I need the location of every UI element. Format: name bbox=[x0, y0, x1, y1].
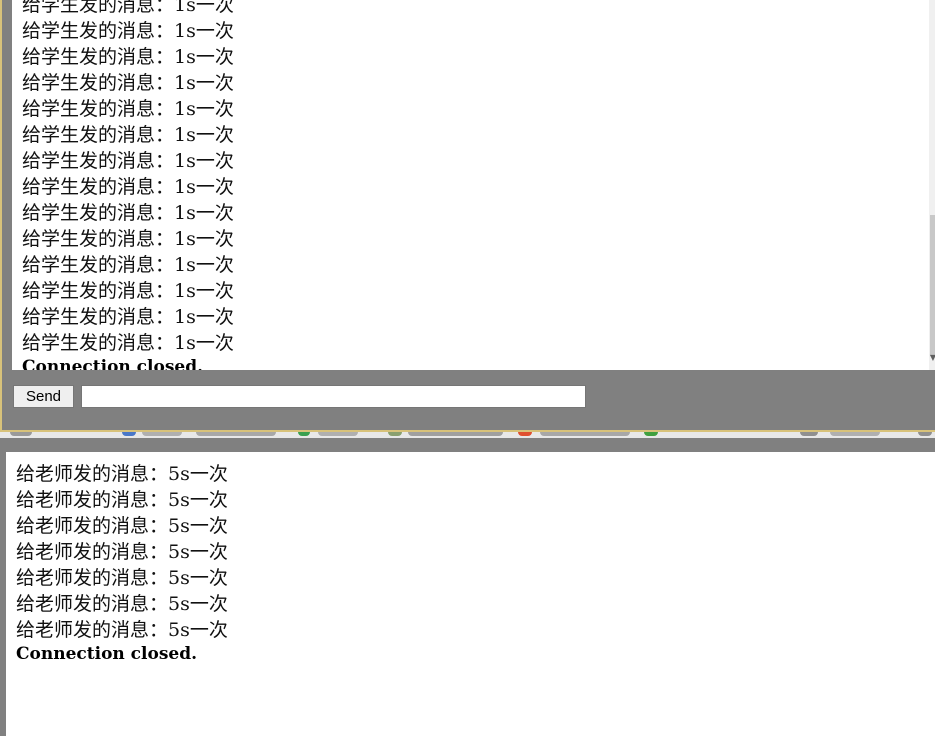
log-line: 给学生发的消息：1s一次 bbox=[22, 124, 234, 146]
log-line: 给学生发的消息：1s一次 bbox=[22, 46, 234, 68]
connection-status: Connection closed. bbox=[22, 357, 204, 370]
log-scrollbar[interactable]: ▼ bbox=[929, 0, 935, 370]
log-line: 给学生发的消息：1s一次 bbox=[22, 202, 234, 224]
message-input[interactable] bbox=[81, 385, 586, 408]
scrollbar-thumb[interactable] bbox=[930, 215, 935, 355]
connection-status: Connection closed. bbox=[16, 644, 198, 664]
send-button[interactable]: Send bbox=[13, 385, 74, 408]
log-line: 给学生发的消息：1s一次 bbox=[22, 98, 234, 120]
screen: 给学生发的消息：1s一次 给学生发的消息：1s一次 给学生发的消息：1s一次 给… bbox=[0, 0, 935, 736]
log-line: 给学生发的消息：1s一次 bbox=[22, 20, 234, 42]
log-line: 给学生发的消息：1s一次 bbox=[22, 228, 234, 250]
log-line: 给老师发的消息：5s一次 bbox=[16, 541, 228, 563]
log-line: 给老师发的消息：5s一次 bbox=[16, 593, 228, 615]
taskbar-icon bbox=[830, 432, 880, 436]
log-line: 给老师发的消息：5s一次 bbox=[16, 463, 228, 485]
taskbar-icon bbox=[318, 432, 358, 436]
taskbar-icon bbox=[388, 432, 402, 436]
taskbar-icon bbox=[10, 432, 32, 436]
taskbar-icon bbox=[298, 432, 310, 436]
taskbar-icon bbox=[142, 432, 182, 436]
log-line: 给学生发的消息：1s一次 bbox=[22, 0, 234, 16]
log-line: 给老师发的消息：5s一次 bbox=[16, 489, 228, 511]
taskbar-icon bbox=[196, 432, 276, 436]
log-line: 给学生发的消息：1s一次 bbox=[22, 254, 234, 276]
student-message-log[interactable]: 给学生发的消息：1s一次 给学生发的消息：1s一次 给学生发的消息：1s一次 给… bbox=[12, 0, 929, 370]
teacher-client-window: 给老师发的消息：5s一次 给老师发的消息：5s一次 给老师发的消息：5s一次 给… bbox=[0, 438, 935, 736]
log-line: 给学生发的消息：1s一次 bbox=[22, 332, 234, 354]
log-line: 给学生发的消息：1s一次 bbox=[22, 280, 234, 302]
log-line: 给老师发的消息：5s一次 bbox=[16, 619, 228, 641]
student-client-window: 给学生发的消息：1s一次 给学生发的消息：1s一次 给学生发的消息：1s一次 给… bbox=[0, 0, 935, 432]
log-line: 给学生发的消息：1s一次 bbox=[22, 176, 234, 198]
taskbar-icon bbox=[800, 432, 818, 436]
log-line: 给老师发的消息：5s一次 bbox=[16, 515, 228, 537]
taskbar-icon bbox=[644, 432, 658, 436]
taskbar-icon bbox=[518, 432, 532, 436]
teacher-message-log[interactable]: 给老师发的消息：5s一次 给老师发的消息：5s一次 给老师发的消息：5s一次 给… bbox=[6, 452, 935, 736]
chevron-down-icon[interactable]: ▼ bbox=[929, 352, 935, 364]
taskbar-icon bbox=[540, 432, 630, 436]
taskbar-icon bbox=[408, 432, 503, 436]
log-line: 给老师发的消息：5s一次 bbox=[16, 567, 228, 589]
taskbar-icon bbox=[918, 432, 932, 436]
taskbar-icon bbox=[122, 432, 136, 436]
log-line: 给学生发的消息：1s一次 bbox=[22, 150, 234, 172]
log-line: 给学生发的消息：1s一次 bbox=[22, 306, 234, 328]
log-line: 给学生发的消息：1s一次 bbox=[22, 72, 234, 94]
